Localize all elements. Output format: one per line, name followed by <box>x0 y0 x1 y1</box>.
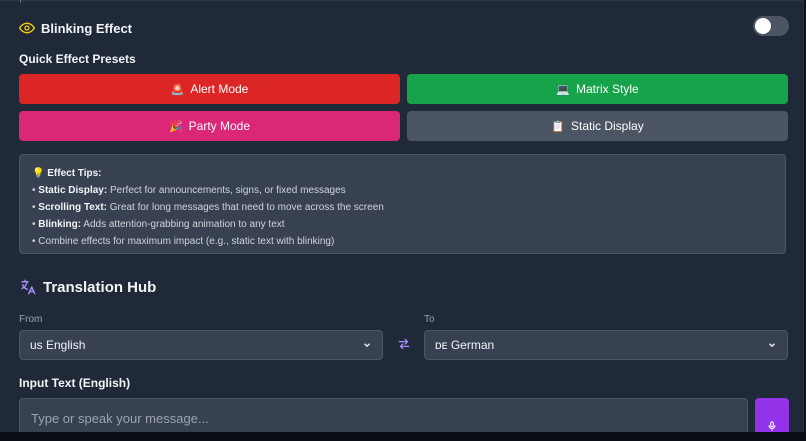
party-popper-icon: 🎉 <box>168 120 183 133</box>
window-bottom-edge <box>0 432 806 441</box>
effect-tips-box: 💡 Effect Tips: • Static Display: Perfect… <box>19 154 786 254</box>
translation-hub-title: Translation Hub <box>43 278 157 296</box>
translate-icon <box>21 279 36 295</box>
to-language-select[interactable]: ᴅᴇ German <box>424 330 788 360</box>
party-mode-label: Party Mode <box>188 119 251 133</box>
clipboard-icon: 📋 <box>551 120 565 133</box>
static-display-label: Static Display <box>571 119 644 133</box>
settings-panel: Blinking Effect Quick Effect Presets 🚨 A… <box>0 0 804 433</box>
matrix-style-label: Matrix Style <box>576 82 639 96</box>
microphone-icon <box>768 421 776 431</box>
from-language-select[interactable]: us English <box>19 330 383 360</box>
party-mode-button[interactable]: 🎉 Party Mode <box>19 111 400 141</box>
tips-heading: Effect Tips: <box>47 168 102 179</box>
tip-item: • Combine effects for maximum impact (e.… <box>32 236 335 247</box>
toggle-knob <box>755 18 771 34</box>
tip-item: • Scrolling Text: Great for long message… <box>32 202 384 213</box>
blinking-effect-row: Blinking Effect <box>19 17 787 39</box>
chevron-down-icon <box>769 343 775 348</box>
tip-item: • Blinking: Adds attention-grabbing anim… <box>32 219 285 230</box>
blinking-effect-title: Blinking Effect <box>41 20 133 36</box>
voice-input-button[interactable] <box>755 398 789 432</box>
top-divider <box>0 0 803 1</box>
blinking-effect-toggle[interactable] <box>753 16 789 36</box>
matrix-style-button[interactable]: 💻 Matrix Style <box>407 74 788 104</box>
alert-mode-label: Alert Mode <box>190 82 249 96</box>
laptop-icon: 💻 <box>556 83 570 96</box>
tips-heading-row: 💡 Effect Tips: <box>32 165 773 182</box>
eye-icon <box>19 22 35 34</box>
translation-hub-header: Translation Hub <box>19 278 156 296</box>
siren-icon: 🚨 <box>170 83 185 96</box>
quick-presets-label: Quick Effect Presets <box>19 52 136 66</box>
to-language-value: ᴅᴇ German <box>435 338 495 352</box>
static-display-button[interactable]: 📋 Static Display <box>407 111 788 141</box>
tip-item: • Static Display: Perfect for announceme… <box>32 185 346 196</box>
to-label: To <box>424 314 435 325</box>
swap-languages-icon[interactable] <box>397 337 411 351</box>
alert-mode-button[interactable]: 🚨 Alert Mode <box>19 74 400 104</box>
lightbulb-icon: 💡 <box>32 168 45 179</box>
from-language-value: us English <box>30 338 86 352</box>
message-input[interactable]: Type or speak your message... <box>19 398 748 432</box>
input-text-label: Input Text (English) <box>19 376 131 390</box>
scroll-tick <box>20 0 21 3</box>
chevron-down-icon <box>364 343 370 348</box>
from-label: From <box>19 314 43 325</box>
